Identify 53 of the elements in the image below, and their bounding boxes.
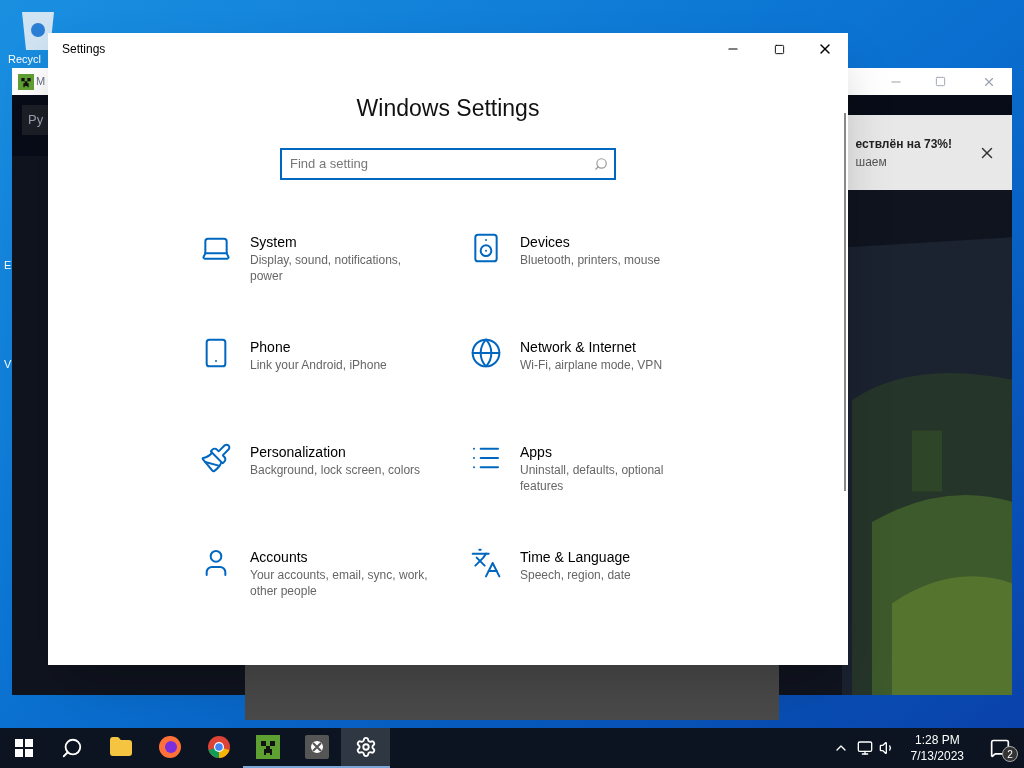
xbox-icon xyxy=(304,735,329,759)
search-field[interactable]: Find a setting xyxy=(280,147,616,180)
category-title: Accounts xyxy=(250,547,309,567)
category-description: Speech, region, date xyxy=(520,566,632,583)
category-description: Uninstall, defaults, optional features xyxy=(520,461,665,494)
language-button[interactable]: Ру xyxy=(22,105,48,135)
settings-category[interactable]: Network & Internet Wi-Fi, airplane mode, VPN xyxy=(470,336,700,419)
windows-icon xyxy=(15,739,33,757)
category-title: Apps xyxy=(520,442,553,462)
desktop-icon-label: V xyxy=(4,357,12,372)
creeper-icon xyxy=(255,735,280,759)
clock-button[interactable]: 1:28 PM 7/13/2023 xyxy=(904,728,970,768)
category-title: System xyxy=(250,232,298,252)
notification-count: 2 xyxy=(1002,746,1018,762)
category-title: Personalization xyxy=(250,442,347,462)
gear-icon xyxy=(354,736,377,758)
category-title: Devices xyxy=(520,232,571,252)
search-icon xyxy=(594,156,608,171)
settings-category[interactable]: System Display, sound, notifications, power xyxy=(200,231,470,314)
notification-text: шаем xyxy=(855,153,888,171)
category-description: Background, lock screen, colors xyxy=(250,461,422,478)
creeper-icon xyxy=(18,73,34,90)
paintbrush-icon xyxy=(200,441,232,474)
translate-icon xyxy=(470,546,502,579)
category-description: Display, sound, notifications, power xyxy=(250,251,403,284)
notification-title: ествлён на 73%! xyxy=(855,135,952,153)
folder-icon xyxy=(108,735,133,759)
settings-category[interactable]: Phone Link your Android, iPhone xyxy=(200,336,470,419)
maximize-icon xyxy=(773,43,785,55)
category-title: Network & Internet xyxy=(520,337,637,357)
firefox-icon xyxy=(157,735,182,759)
desktop-icon-label: Recycl xyxy=(8,53,41,66)
taskbar-app[interactable] xyxy=(341,728,390,768)
search-icon xyxy=(61,737,83,759)
window-title: M xyxy=(36,74,46,90)
page-heading: Windows Settings xyxy=(356,94,540,123)
scrollbar[interactable] xyxy=(844,113,846,491)
category-description: Link your Android, iPhone xyxy=(250,356,388,373)
category-description: Your accounts, email, sync, work, other people xyxy=(250,566,429,599)
settings-category[interactable]: Accounts Your accounts, email, sync, work, other people xyxy=(200,546,470,629)
category-title: Phone xyxy=(250,337,292,357)
network-icon[interactable] xyxy=(856,740,873,756)
settings-category[interactable]: Time & Language Speech, region, date xyxy=(470,546,700,629)
category-description: Bluetooth, printers, mouse xyxy=(520,251,662,268)
category-description: Wi-Fi, airplane mode, VPN xyxy=(520,356,664,373)
settings-category[interactable]: Devices Bluetooth, printers, mouse xyxy=(470,231,700,314)
settings-category[interactable]: Apps Uninstall, defaults, optional features xyxy=(470,441,700,524)
window-title: Settings xyxy=(62,41,106,58)
chrome-icon xyxy=(206,735,231,759)
desktop-icon-label: E xyxy=(4,258,12,273)
category-title: Time & Language xyxy=(520,547,631,567)
settings-category[interactable]: Personalization Background, lock screen, colors xyxy=(200,441,470,524)
globe-icon xyxy=(470,336,502,369)
